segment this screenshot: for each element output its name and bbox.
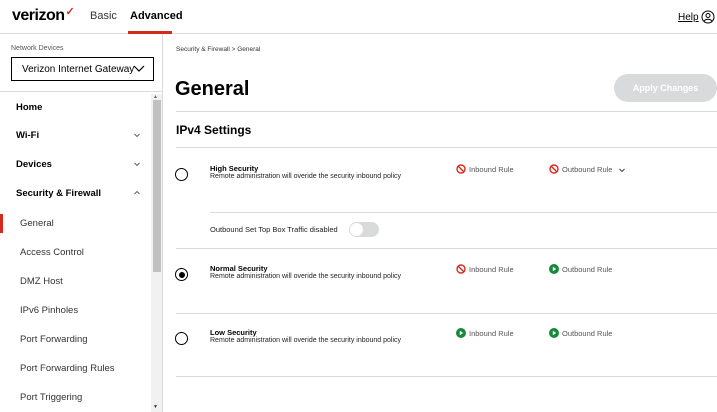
sidebar-item-label: General (20, 218, 54, 229)
sidebar-item-wifi[interactable]: Wi-Fi (0, 121, 150, 149)
chevron-down-icon (134, 162, 140, 167)
blocked-icon (549, 164, 559, 174)
help-link[interactable]: Help (678, 12, 699, 23)
divider (176, 147, 717, 148)
option-title: High Security (210, 164, 259, 173)
verizon-logo[interactable]: verizon✓ (12, 6, 75, 25)
divider (210, 212, 717, 213)
sidebar-scrollbar-thumb[interactable] (153, 100, 161, 272)
chevron-down-icon (133, 65, 145, 72)
sidebar-item-label: Port Triggering (20, 392, 83, 403)
sidebar-item-security-firewall[interactable]: Security & Firewall (0, 179, 150, 207)
stb-traffic-label: Outbound Set Top Box Traffic disabled (210, 225, 338, 234)
stb-traffic-toggle[interactable] (349, 222, 379, 237)
sidebar-item-label: Devices (16, 159, 52, 170)
divider (176, 376, 717, 377)
sidebar-item-label: Port Forwarding Rules (20, 363, 115, 374)
inbound-rule-label: Inbound Rule (469, 165, 514, 174)
sidebar-item-label: IPv6 Pinholes (20, 305, 79, 316)
blocked-icon (456, 264, 466, 274)
option-description: Remote administration will overide the s… (210, 273, 402, 280)
sidebar-item-label: Security & Firewall (16, 188, 102, 199)
sidebar: Network Devices Verizon Internet Gateway… (0, 34, 163, 412)
divider (176, 313, 717, 314)
allowed-play-icon (456, 328, 466, 338)
allowed-play-icon (549, 328, 559, 338)
section-title: IPv4 Settings (176, 123, 252, 137)
inbound-rule-label: Inbound Rule (469, 329, 514, 338)
sidebar-item-label: Port Forwarding (20, 334, 88, 345)
sidebar-item-label: Wi-Fi (16, 130, 40, 141)
toggle-knob (350, 223, 363, 236)
sidebar-item-label: Access Control (20, 247, 84, 258)
outbound-rule-label: Outbound Rule (562, 165, 613, 174)
chevron-down-icon (619, 168, 625, 173)
blocked-icon (456, 164, 466, 174)
sidebar-item-ipv6-pinholes[interactable]: IPv6 Pinholes (0, 296, 150, 324)
option-description: Remote administration will overide the s… (210, 173, 402, 180)
user-circle-icon[interactable] (701, 10, 715, 24)
sidebar-item-dmz-host[interactable]: DMZ Host (0, 267, 150, 295)
tab-advanced[interactable]: Advanced (130, 10, 183, 22)
scroll-up-arrow-icon[interactable]: ▲ (153, 94, 158, 100)
top-bar: verizon✓ Basic Advanced Help (0, 0, 717, 34)
breadcrumb[interactable]: Security & Firewall > General (176, 46, 260, 53)
radio-low-security[interactable] (175, 332, 188, 345)
option-title: Low Security (210, 328, 257, 337)
sidebar-divider (0, 91, 162, 92)
inbound-rule-label: Inbound Rule (469, 265, 514, 274)
sidebar-item-access-control[interactable]: Access Control (0, 238, 150, 266)
chevron-up-icon (134, 190, 140, 195)
option-title: Normal Security (210, 264, 268, 273)
allowed-play-icon (549, 264, 559, 274)
network-devices-label: Network Devices (11, 45, 64, 52)
sidebar-item-label: Home (16, 102, 43, 113)
radio-high-security[interactable] (175, 168, 188, 181)
sidebar-item-general[interactable]: General (0, 209, 150, 237)
sidebar-item-port-triggering[interactable]: Port Triggering (0, 383, 150, 411)
option-description: Remote administration will overide the s… (210, 337, 402, 344)
network-device-value: Verizon Internet Gateway (22, 64, 135, 75)
logo-check-icon: ✓ (65, 6, 75, 18)
outbound-rule-label: Outbound Rule (562, 265, 613, 274)
chevron-down-icon (134, 133, 140, 138)
sidebar-item-home[interactable]: Home (0, 93, 150, 121)
logo-text: verizon (12, 7, 65, 24)
page-title: General (175, 78, 250, 100)
title-divider (176, 111, 717, 112)
scroll-down-arrow-icon[interactable]: ▼ (153, 404, 158, 410)
divider (176, 248, 717, 249)
outbound-rule-label: Outbound Rule (562, 329, 613, 338)
sidebar-item-devices[interactable]: Devices (0, 150, 150, 178)
tab-basic[interactable]: Basic (90, 10, 117, 22)
sidebar-item-port-forwarding[interactable]: Port Forwarding (0, 325, 150, 353)
network-device-select[interactable]: Verizon Internet Gateway (11, 57, 154, 81)
radio-normal-security[interactable] (175, 268, 188, 281)
sidebar-item-label: DMZ Host (20, 276, 63, 287)
active-item-indicator (0, 214, 3, 233)
sidebar-item-port-forwarding-rules[interactable]: Port Forwarding Rules (0, 354, 150, 382)
apply-changes-button[interactable]: Apply Changes (614, 74, 717, 102)
